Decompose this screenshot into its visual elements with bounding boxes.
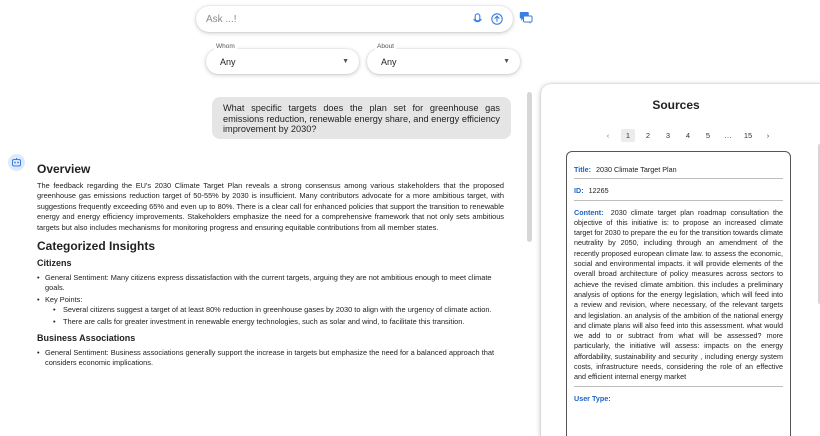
citizens-heading: Citizens <box>37 258 72 269</box>
categorized-insights-heading: Categorized Insights <box>37 239 156 254</box>
source-card: Title: 2030 Climate Target Plan ID: 1226… <box>566 151 791 436</box>
overview-heading: Overview <box>37 162 91 176</box>
microphone-icon[interactable] <box>469 11 485 27</box>
sources-panel: Sources ‹ 1 2 3 4 5 … 15 › Title: 2030 C… <box>541 84 820 436</box>
source-content-value: 2030 climate target plan roadmap consult… <box>574 207 783 382</box>
source-id-value: 12265 <box>588 186 609 196</box>
whom-filter-select[interactable]: Whom Any ▼ <box>206 43 359 74</box>
ask-bar <box>196 6 513 32</box>
list-item: Key Points: Several citizens suggest a t… <box>37 294 504 328</box>
whom-filter-label: Whom <box>214 43 237 50</box>
answer-content: Overview The feedback regarding the EU's… <box>37 162 504 370</box>
source-content-row: Content: 2030 climate target plan roadma… <box>574 208 783 387</box>
sources-pagination: ‹ 1 2 3 4 5 … 15 › <box>601 129 781 142</box>
key-points-list: Several citizens suggest a target of at … <box>53 305 504 327</box>
about-filter-select[interactable]: About Any ▼ <box>367 43 520 74</box>
about-filter-value: Any <box>381 56 397 67</box>
send-arrow-icon[interactable] <box>489 11 505 27</box>
list-item: General Sentiment: Business associations… <box>37 348 504 369</box>
source-title-row: Title: 2030 Climate Target Plan <box>574 165 783 180</box>
chevron-down-icon: ▼ <box>503 58 510 65</box>
list-item: Several citizens suggest a target of at … <box>53 305 504 316</box>
chat-bubbles-icon[interactable] <box>519 11 533 25</box>
user-question-bubble: What specific targets does the plan set … <box>212 97 511 139</box>
source-title-label: Title: <box>574 165 592 174</box>
next-page-button[interactable]: › <box>761 129 775 142</box>
key-points-label: Key Points: <box>45 294 83 304</box>
page-button-2[interactable]: 2 <box>641 129 655 142</box>
business-associations-heading: Business Associations <box>37 333 136 344</box>
source-id-label: ID: <box>574 186 584 196</box>
bot-avatar <box>8 154 25 171</box>
citizens-list: General Sentiment: Many citizens express… <box>37 273 504 327</box>
bot-icon <box>12 158 21 167</box>
business-list: General Sentiment: Business associations… <box>37 348 504 369</box>
source-id-row: ID: 12265 <box>574 186 783 201</box>
pagination-ellipsis: … <box>724 131 732 140</box>
sources-title: Sources <box>652 98 700 112</box>
about-filter-label: About <box>375 43 396 50</box>
overview-paragraph: The feedback regarding the EU's 2030 Cli… <box>37 181 504 232</box>
prev-page-button[interactable]: ‹ <box>601 129 615 142</box>
ask-input[interactable] <box>206 13 465 25</box>
page-button-5[interactable]: 5 <box>701 129 715 142</box>
page-button-15[interactable]: 15 <box>741 129 755 142</box>
source-user-type-row: User Type: <box>574 394 783 404</box>
page-button-1[interactable]: 1 <box>621 129 635 142</box>
list-item: General Sentiment: Many citizens express… <box>37 273 504 294</box>
page-button-4[interactable]: 4 <box>681 129 695 142</box>
source-title-value: 2030 Climate Target Plan <box>596 165 677 174</box>
main-scrollbar[interactable] <box>527 92 532 242</box>
source-content-label: Content: <box>574 207 604 217</box>
page-button-3[interactable]: 3 <box>661 129 675 142</box>
list-item: There are calls for greater investment i… <box>53 317 504 328</box>
whom-filter-value: Any <box>220 56 236 67</box>
source-user-type-label: User Type: <box>574 393 611 403</box>
chevron-down-icon: ▼ <box>342 58 349 65</box>
